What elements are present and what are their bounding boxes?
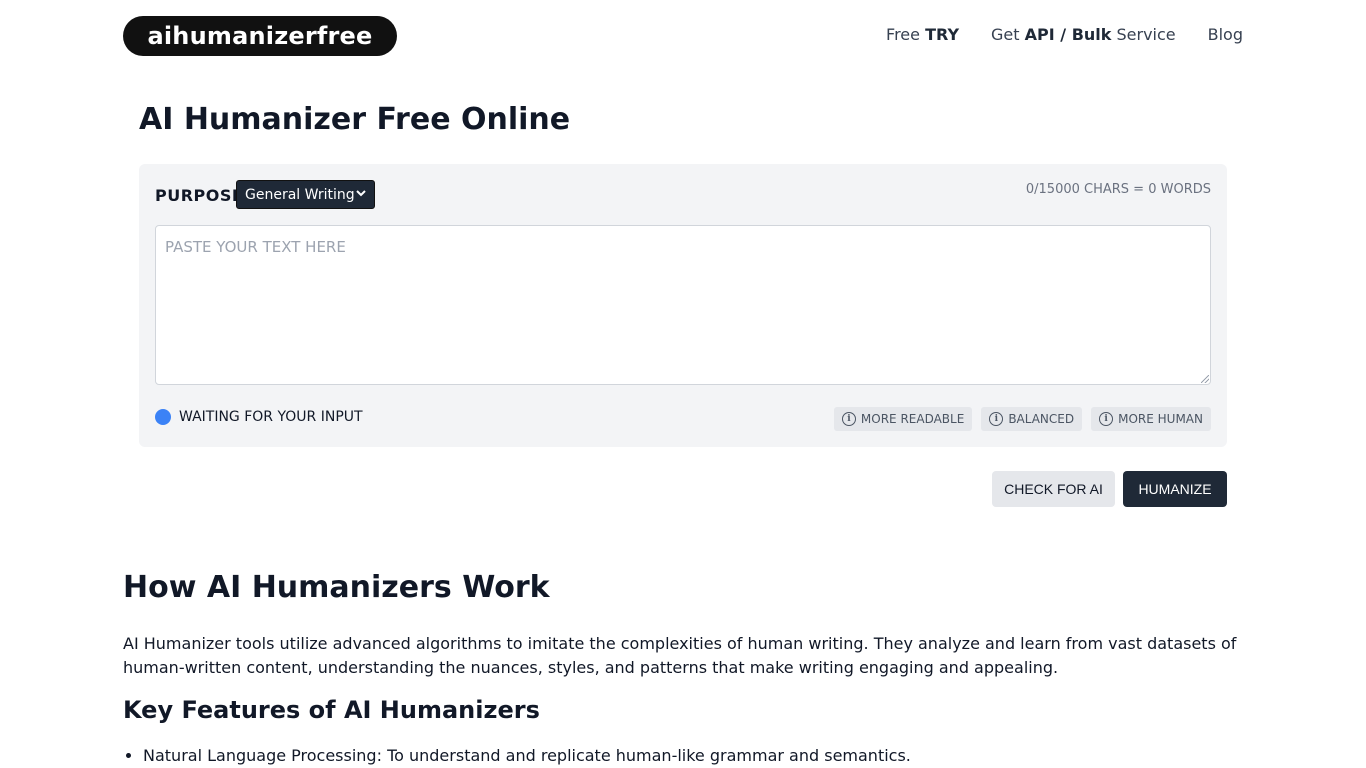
logo-text: aihumanizerfree (147, 22, 373, 50)
humanize-button[interactable]: HUMANIZE (1123, 471, 1227, 507)
nav-api-bulk[interactable]: Get API / Bulk Service (991, 25, 1176, 44)
nav-free-try-prefix: Free (886, 25, 926, 44)
features-heading: Key Features of AI Humanizers (123, 696, 540, 724)
status-text: WAITING FOR YOUR INPUT (179, 409, 363, 425)
section-paragraph: AI Humanizer tools utilize advanced algo… (123, 634, 1237, 677)
site-logo[interactable]: aihumanizerfree (123, 16, 397, 56)
mode-label: MORE READABLE (860, 412, 965, 426)
nav-api-bold: API / Bulk (1024, 25, 1112, 44)
mode-balanced[interactable]: i BALANCED (981, 407, 1083, 431)
mode-selector: i MORE READABLE i BALANCED i MORE HUMAN (833, 407, 1211, 431)
purpose-select[interactable]: General Writing (236, 180, 375, 209)
page-title: AI Humanizer Free Online (139, 102, 571, 137)
purpose-selected-value: General Writing (245, 186, 355, 203)
nav-blog-label: Blog (1207, 25, 1243, 44)
info-icon: i (1099, 412, 1114, 426)
humanizer-panel: PURPOSE General Writing 0/15000 CHARS = … (139, 164, 1227, 447)
purpose-label: PURPOSE (155, 186, 244, 205)
top-nav: Free TRY Get API / Bulk Service Blog (886, 25, 1243, 44)
status-dot-icon (155, 409, 171, 425)
resize-grip-icon[interactable] (1201, 375, 1209, 383)
mode-label: MORE HUMAN (1118, 412, 1203, 426)
list-item: Natural Language Processing: To understa… (143, 744, 911, 768)
mode-label: BALANCED (1008, 412, 1075, 426)
text-input[interactable] (155, 225, 1211, 385)
status-indicator: WAITING FOR YOUR INPUT (155, 409, 363, 425)
mode-more-readable[interactable]: i MORE READABLE (833, 407, 973, 431)
info-icon: i (989, 412, 1004, 426)
mode-more-human[interactable]: i MORE HUMAN (1091, 407, 1211, 431)
nav-free-try[interactable]: Free TRY (886, 25, 959, 44)
section-heading: How AI Humanizers Work (123, 570, 550, 605)
nav-api-suffix: Service (1111, 25, 1176, 44)
nav-blog[interactable]: Blog (1208, 25, 1243, 44)
features-list: Natural Language Processing: To understa… (143, 744, 911, 768)
char-word-counter: 0/15000 CHARS = 0 WORDS (1025, 182, 1211, 197)
info-icon: i (841, 412, 856, 426)
nav-api-prefix: Get (991, 25, 1025, 44)
nav-free-try-bold: TRY (925, 25, 960, 44)
check-for-ai-button[interactable]: CHECK FOR AI (992, 471, 1115, 507)
chevron-down-icon (356, 189, 366, 200)
